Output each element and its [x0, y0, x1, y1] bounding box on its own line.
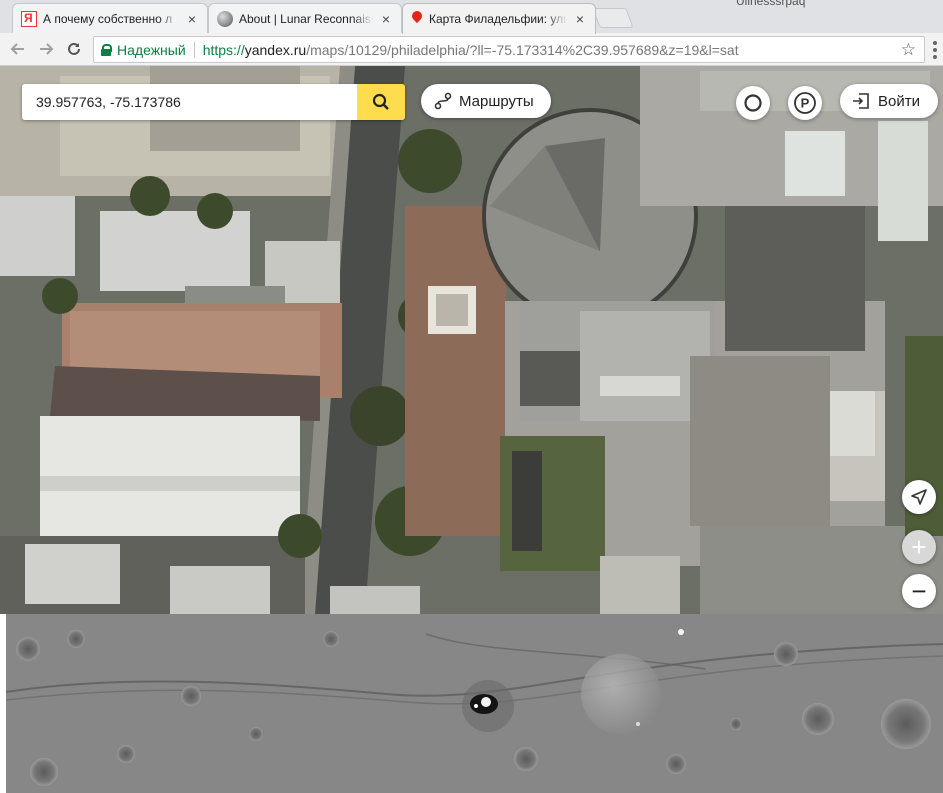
layers-button[interactable] [736, 86, 770, 120]
back-button[interactable] [4, 35, 32, 63]
lunar-imagery [6, 614, 943, 793]
close-icon[interactable]: × [573, 11, 587, 27]
tab-yandex-zen[interactable]: А почему собственно л × [12, 3, 208, 33]
dot [933, 48, 937, 52]
login-label: Войти [878, 92, 920, 110]
url-path: /maps/10129/philadelphia/?ll=-75.173314%… [306, 41, 739, 58]
arrow-right-icon [40, 43, 54, 55]
route-icon [434, 92, 452, 110]
zoom-in-button[interactable]: + [902, 530, 936, 564]
zoom-out-button[interactable]: − [902, 574, 936, 608]
tab-title: А почему собственно л [43, 11, 173, 26]
secure-label[interactable]: Надежный [117, 42, 186, 58]
tab-lunar-reconnaissance[interactable]: About | Lunar Reconnaiss × [208, 3, 402, 33]
parking-glyph: P [801, 96, 810, 111]
bookmark-star-icon[interactable]: ☆ [901, 40, 916, 60]
address-separator [193, 41, 195, 58]
close-icon[interactable]: × [379, 11, 393, 27]
url-text[interactable]: https://yandex.ru/maps/10129/philadelphi… [203, 42, 739, 58]
minus-icon: − [911, 575, 927, 606]
reload-icon [68, 42, 80, 55]
dot [933, 41, 937, 45]
new-tab-button[interactable] [592, 8, 634, 28]
url-host: yandex.ru [244, 41, 307, 58]
profile-name[interactable]: Ulinesssrpaq [736, 0, 805, 8]
login-button[interactable]: Войти [840, 84, 938, 118]
url-scheme: https:// [202, 41, 245, 58]
reload-button[interactable] [60, 35, 88, 63]
satellite-imagery [0, 66, 943, 614]
forward-button[interactable] [32, 35, 60, 63]
address-bar[interactable]: Надежный https://yandex.ru/maps/10129/ph… [93, 36, 925, 63]
layers-icon [744, 94, 762, 112]
lock-icon[interactable] [101, 43, 112, 56]
map-pin-icon [411, 11, 423, 27]
close-icon[interactable]: × [185, 11, 199, 27]
tab-title: About | Lunar Reconnaiss [239, 11, 373, 26]
routes-label: Маршруты [459, 92, 534, 110]
parking-button[interactable]: P [788, 86, 822, 120]
satellite-map[interactable]: Маршруты P Войти + − [0, 66, 943, 614]
login-icon [853, 93, 869, 109]
search-button[interactable] [357, 84, 405, 120]
browser-menu-button[interactable] [933, 41, 937, 59]
search-icon [372, 93, 389, 110]
lunar-surface-photo [6, 614, 943, 793]
yandex-icon [21, 10, 37, 27]
map-search-box [22, 84, 405, 120]
plus-icon: + [911, 531, 927, 562]
moon-icon [217, 10, 233, 27]
tab-title: Карта Филадельфии: ули [429, 12, 567, 26]
location-arrow-icon [911, 489, 927, 505]
dot [933, 55, 937, 59]
tab-yandex-maps[interactable]: Карта Филадельфии: ули × [402, 3, 596, 34]
parking-icon: P [794, 92, 816, 114]
routes-button[interactable]: Маршруты [421, 84, 551, 118]
browser-toolbar: Надежный https://yandex.ru/maps/10129/ph… [0, 33, 943, 66]
search-input[interactable] [22, 84, 357, 120]
arrow-left-icon [10, 43, 24, 55]
my-location-button[interactable] [902, 480, 936, 514]
tab-strip: Ulinesssrpaq А почему собственно л × Abo… [0, 0, 943, 34]
